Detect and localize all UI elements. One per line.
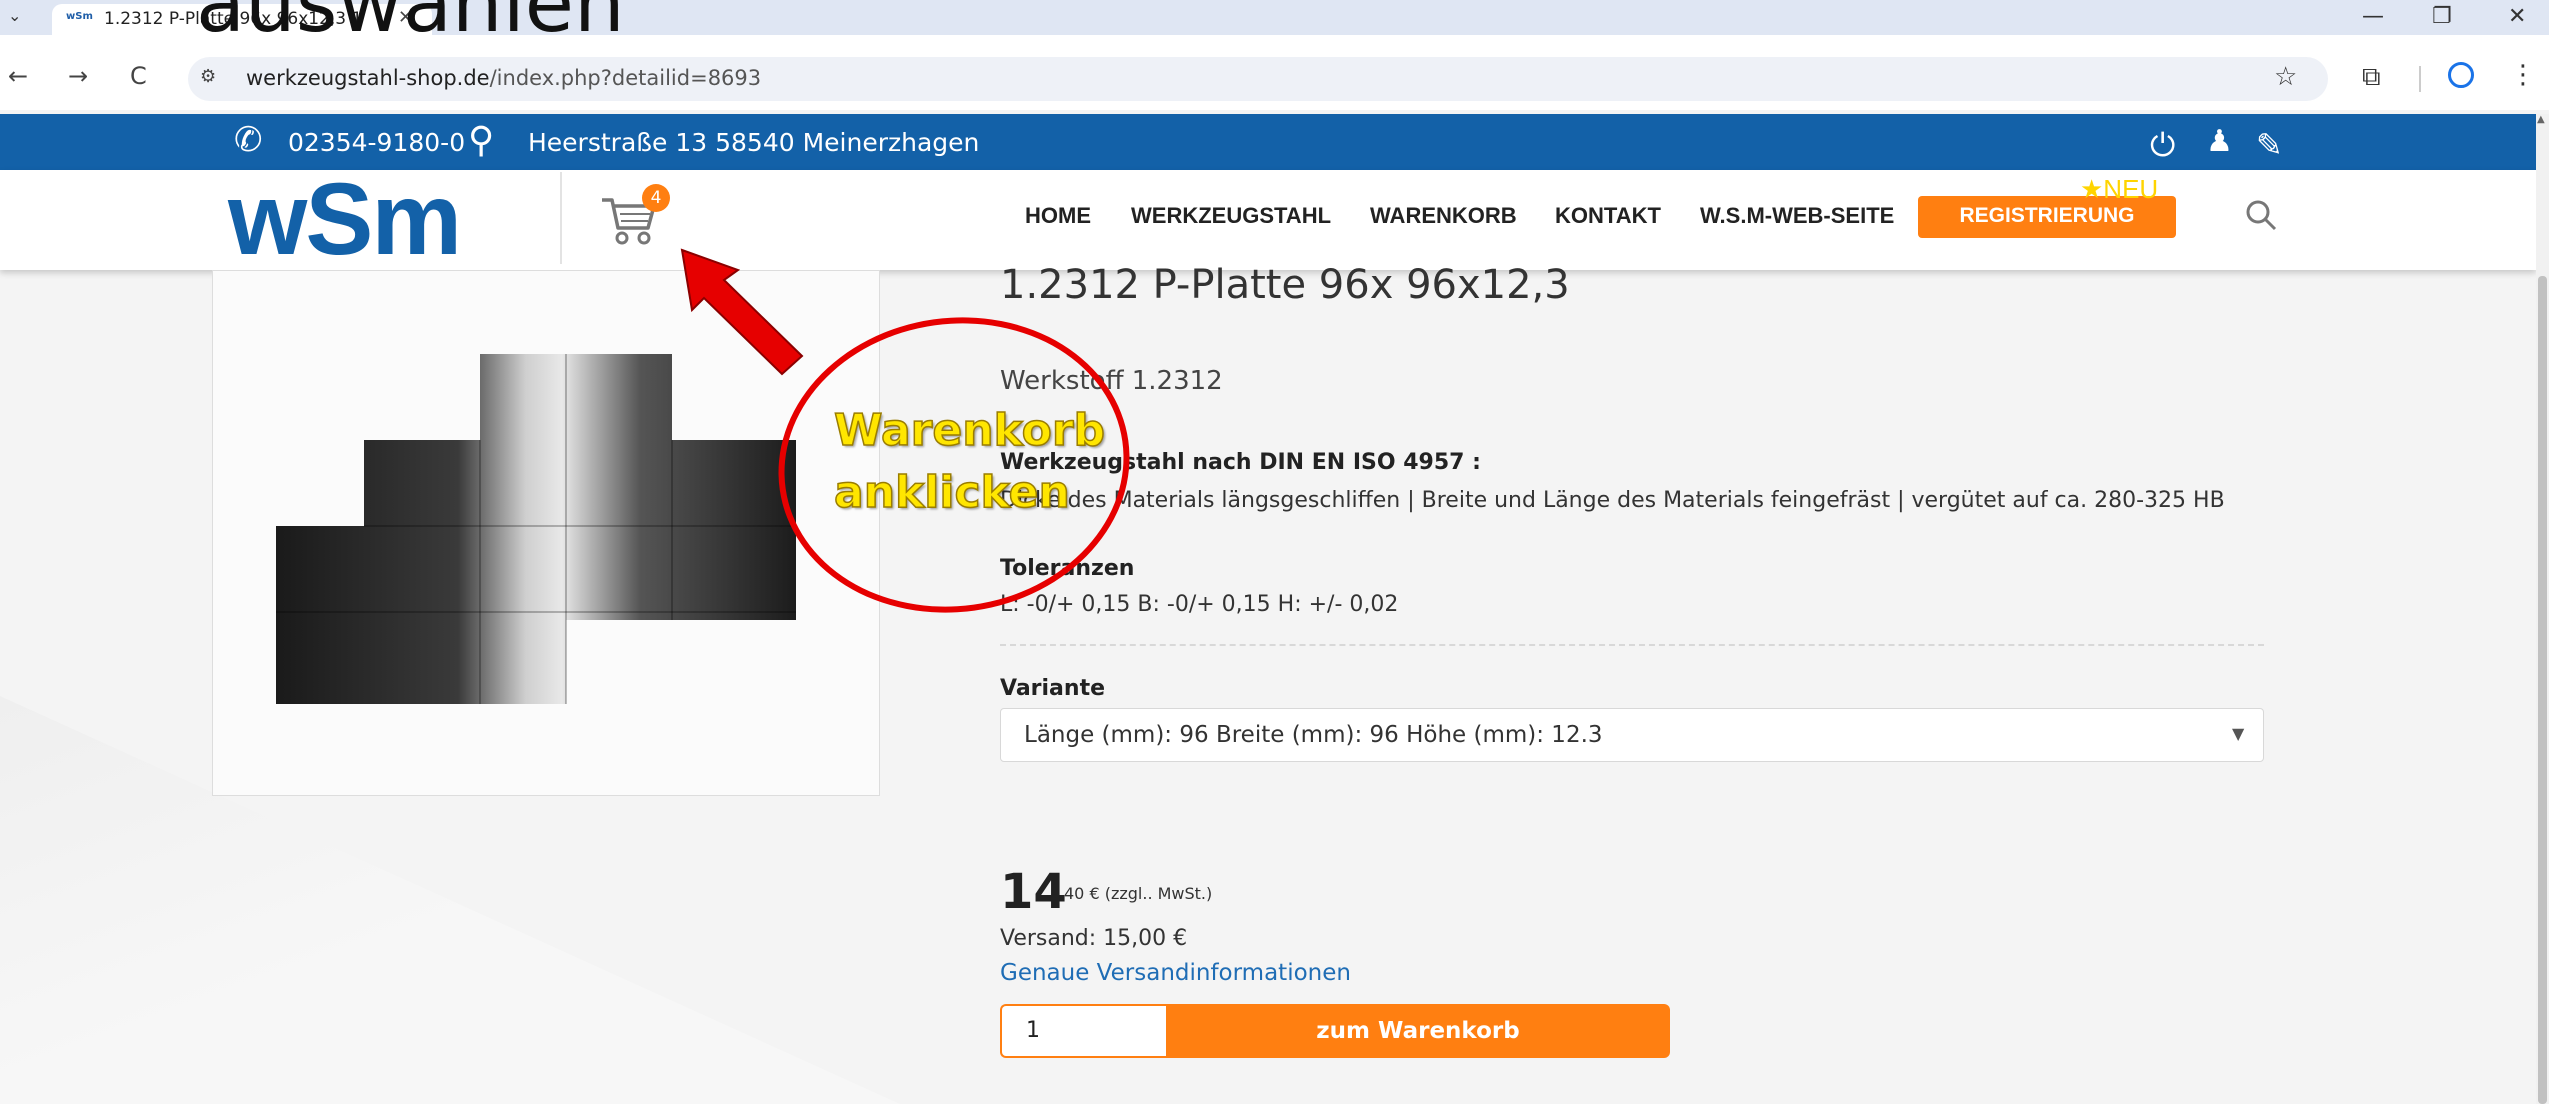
window-close-icon[interactable]: ✕ <box>2508 4 2526 29</box>
add-to-cart-button[interactable]: zum Warenkorb <box>1166 1004 1670 1058</box>
tab-favicon-icon: wSm <box>66 11 93 22</box>
extensions-icon[interactable]: ⧉ <box>2362 62 2381 93</box>
forward-icon[interactable]: → <box>68 62 88 90</box>
variant-selected-value[interactable]: Länge (mm): 96 Breite (mm): 96 Höhe (mm)… <box>1024 722 1603 748</box>
url-path: /index.php?detailid=8693 <box>489 66 762 90</box>
nav-warenkorb[interactable]: WARENKORB <box>1370 203 1517 229</box>
annotation-callout: Warenkorb anklicken <box>833 400 1106 524</box>
callout-line-1: Warenkorb <box>833 404 1106 457</box>
user-icon[interactable]: ♟ <box>2206 124 2233 159</box>
product-image[interactable] <box>276 350 808 710</box>
search-icon[interactable] <box>2244 198 2278 240</box>
phone-number[interactable]: 02354-9180-0 <box>288 128 465 157</box>
description-text: Dicke des Materials längsgeschliffen | B… <box>1000 488 2225 513</box>
search-svg <box>2246 200 2277 231</box>
price-integer: 14 <box>1000 864 1067 920</box>
minimize-icon[interactable]: — <box>2362 4 2384 29</box>
cart-count-badge[interactable]: 4 <box>642 184 670 212</box>
callout-line-2: anklicken <box>833 466 1070 519</box>
logout-icon[interactable]: ⏻ <box>2150 126 2175 165</box>
bookmark-star-icon[interactable]: ☆ <box>2274 62 2297 92</box>
price-decimal-tax: 40 € (zzgl.. MwSt.) <box>1064 884 1213 903</box>
tab-list-chevron-icon[interactable]: ⌄ <box>8 6 32 30</box>
edit-icon[interactable]: ✎ <box>2256 126 2283 164</box>
browser-menu-icon[interactable]: ⋮ <box>2510 60 2536 90</box>
dropdown-arrow-icon[interactable]: ▼ <box>2232 724 2244 743</box>
scroll-up-icon[interactable]: ▲ <box>2537 114 2545 125</box>
header-divider <box>560 172 562 264</box>
profile-icon[interactable] <box>2448 62 2474 88</box>
company-address: Heerstraße 13 58540 Meinerzhagen <box>528 128 980 157</box>
shipping-info-link[interactable]: Genaue Versandinformationen <box>1000 960 1351 986</box>
scrollbar-thumb[interactable] <box>2538 276 2547 1104</box>
tolerance-values: L: -0/+ 0,15 B: -0/+ 0,15 H: +/- 0,02 <box>1000 592 1399 617</box>
phone-icon: ✆ <box>234 120 263 160</box>
back-icon[interactable]: ← <box>8 62 28 90</box>
annotation-arrow <box>680 248 804 376</box>
nav-werkzeugstahl[interactable]: WERKZEUGSTAHL <box>1131 203 1331 229</box>
reload-icon[interactable]: C <box>130 62 147 90</box>
shipping-cost: Versand: 15,00 € <box>1000 926 1188 951</box>
toolbar-divider <box>2419 66 2421 92</box>
restore-icon[interactable]: ❐ <box>2432 4 2452 29</box>
variant-label: Variante <box>1000 676 1106 701</box>
location-pin-icon: ⚲ <box>468 120 495 161</box>
product-title: 1.2312 P-Platte 96x 96x12,3 <box>1000 262 1570 308</box>
steel-block-shape <box>276 354 796 704</box>
quantity-input[interactable]: 1 <box>1000 1004 1168 1058</box>
url-text[interactable]: werkzeugstahl-shop.de/index.php?detailid… <box>246 66 761 90</box>
new-badge: ★NEU <box>2080 174 2159 204</box>
site-logo[interactable]: wSm <box>228 168 462 270</box>
nav-home[interactable]: HOME <box>1025 203 1091 229</box>
section-divider <box>1000 644 2264 646</box>
nav-kontakt[interactable]: KONTAKT <box>1555 203 1661 229</box>
site-info-icon[interactable]: ⚙ <box>200 66 216 87</box>
url-host: werkzeugstahl-shop.de <box>246 66 490 90</box>
nav-wsm-web-seite[interactable]: W.S.M-WEB-SEITE <box>1700 203 1894 229</box>
